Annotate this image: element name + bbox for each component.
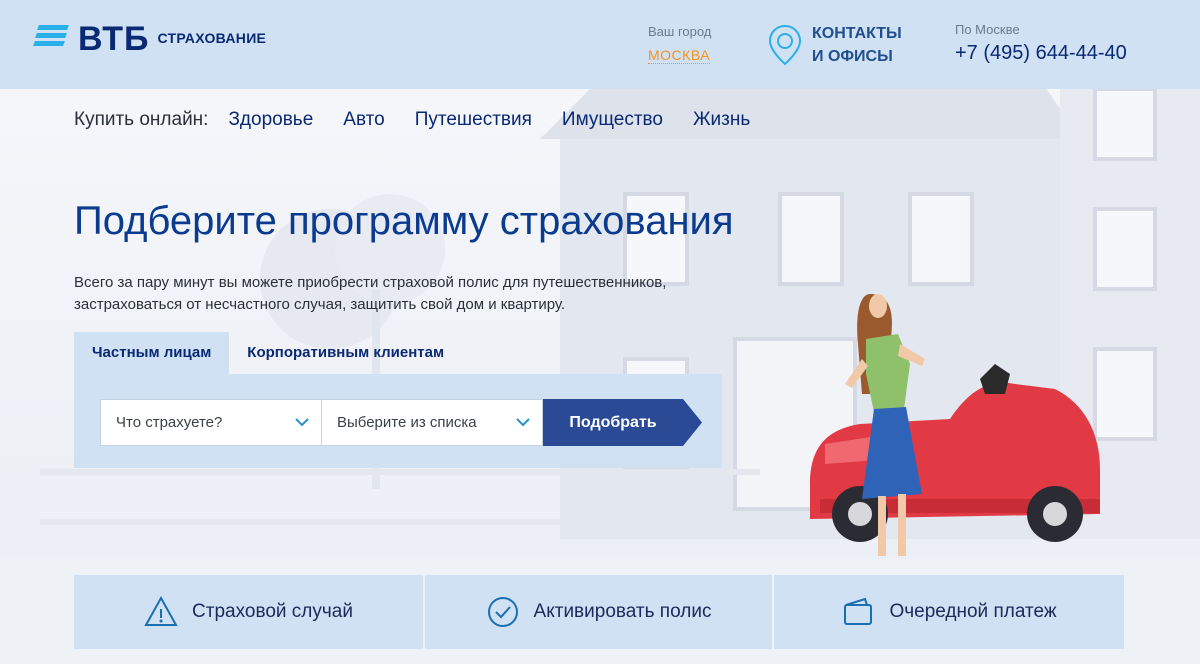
check-circle-icon bbox=[487, 597, 518, 627]
chevron-down-icon bbox=[295, 418, 309, 427]
insurance-case-button[interactable]: Страховой случай bbox=[74, 575, 423, 649]
hero-title: Подберите программу страхования bbox=[74, 199, 734, 243]
submit-button[interactable]: Подобрать bbox=[543, 399, 703, 446]
contacts-line-1: КОНТАКТЫ bbox=[812, 25, 902, 42]
next-payment-button[interactable]: Очередной платеж bbox=[774, 575, 1124, 649]
nav-item-life[interactable]: Жизнь bbox=[693, 109, 750, 131]
nav-label: Купить онлайн: bbox=[74, 109, 209, 130]
insurance-case-label: Страховой случай bbox=[192, 601, 353, 622]
program-select-value: Выберите из списка bbox=[337, 414, 477, 431]
vtb-logo[interactable]: ВТБ СТРАХОВАНИЕ bbox=[33, 20, 267, 58]
program-select[interactable]: Выберите из списка bbox=[321, 399, 543, 446]
tab-corporate[interactable]: Корпоративным клиентам bbox=[229, 332, 462, 374]
site-header: ВТБ СТРАХОВАНИЕ Ваш город МОСКВА КОНТАКТ… bbox=[0, 0, 1200, 89]
phone-label: По Москве bbox=[955, 22, 1020, 37]
hero-description-line-1: Всего за пару минут вы можете приобрести… bbox=[74, 274, 667, 291]
hero-description: Всего за пару минут вы можете приобрести… bbox=[74, 272, 694, 316]
logo-subtitle: СТРАХОВАНИЕ bbox=[157, 30, 267, 46]
woman-and-car-illustration bbox=[810, 294, 1100, 556]
insurance-type-select[interactable]: Что страхуете? bbox=[100, 399, 322, 446]
phone-number[interactable]: +7 (495) 644-44-40 bbox=[955, 42, 1127, 65]
city-label: Ваш город bbox=[648, 24, 712, 39]
tab-individuals[interactable]: Частным лицам bbox=[74, 332, 230, 374]
phone-block: По Москве +7 (495) 644-44-40 bbox=[955, 22, 1127, 65]
city-selector: Ваш город МОСКВА bbox=[648, 24, 711, 65]
nav-item-travel[interactable]: Путешествия bbox=[415, 109, 532, 131]
quick-actions-bar: Страховой случай Активировать полис Очер… bbox=[0, 559, 1200, 664]
hero-description-line-2: застраховаться от несчастного случая, за… bbox=[74, 296, 566, 313]
wallet-icon bbox=[844, 597, 873, 625]
client-tabs: Частным лицам Корпоративным клиентам bbox=[74, 332, 462, 374]
nav-item-health[interactable]: Здоровье bbox=[228, 109, 313, 131]
buy-online-nav: Купить онлайн: Здоровье Авто Путешествия… bbox=[74, 109, 780, 131]
activate-policy-button[interactable]: Активировать полис bbox=[425, 575, 772, 649]
city-link[interactable]: МОСКВА bbox=[648, 47, 711, 64]
nav-item-property[interactable]: Имущество bbox=[562, 109, 663, 131]
nav-item-auto[interactable]: Авто bbox=[343, 109, 384, 131]
logo-text: ВТБ bbox=[78, 20, 150, 58]
activate-policy-label: Активировать полис bbox=[533, 601, 712, 622]
map-pin-icon bbox=[768, 24, 802, 66]
insurance-type-select-value: Что страхуете? bbox=[116, 414, 223, 431]
next-payment-label: Очередной платеж bbox=[889, 601, 1057, 622]
submit-button-label: Подобрать bbox=[569, 414, 657, 431]
contacts-line-2: И ОФИСЫ bbox=[812, 48, 893, 65]
insurance-selector-panel: Что страхуете? Выберите из списка Подобр… bbox=[74, 374, 722, 468]
contacts-link[interactable]: КОНТАКТЫ И ОФИСЫ bbox=[768, 22, 902, 68]
logo-stripes-icon bbox=[33, 25, 72, 47]
warning-icon bbox=[144, 595, 178, 626]
hero-section: Купить онлайн: Здоровье Авто Путешествия… bbox=[0, 89, 1200, 559]
chevron-down-icon bbox=[516, 418, 530, 427]
